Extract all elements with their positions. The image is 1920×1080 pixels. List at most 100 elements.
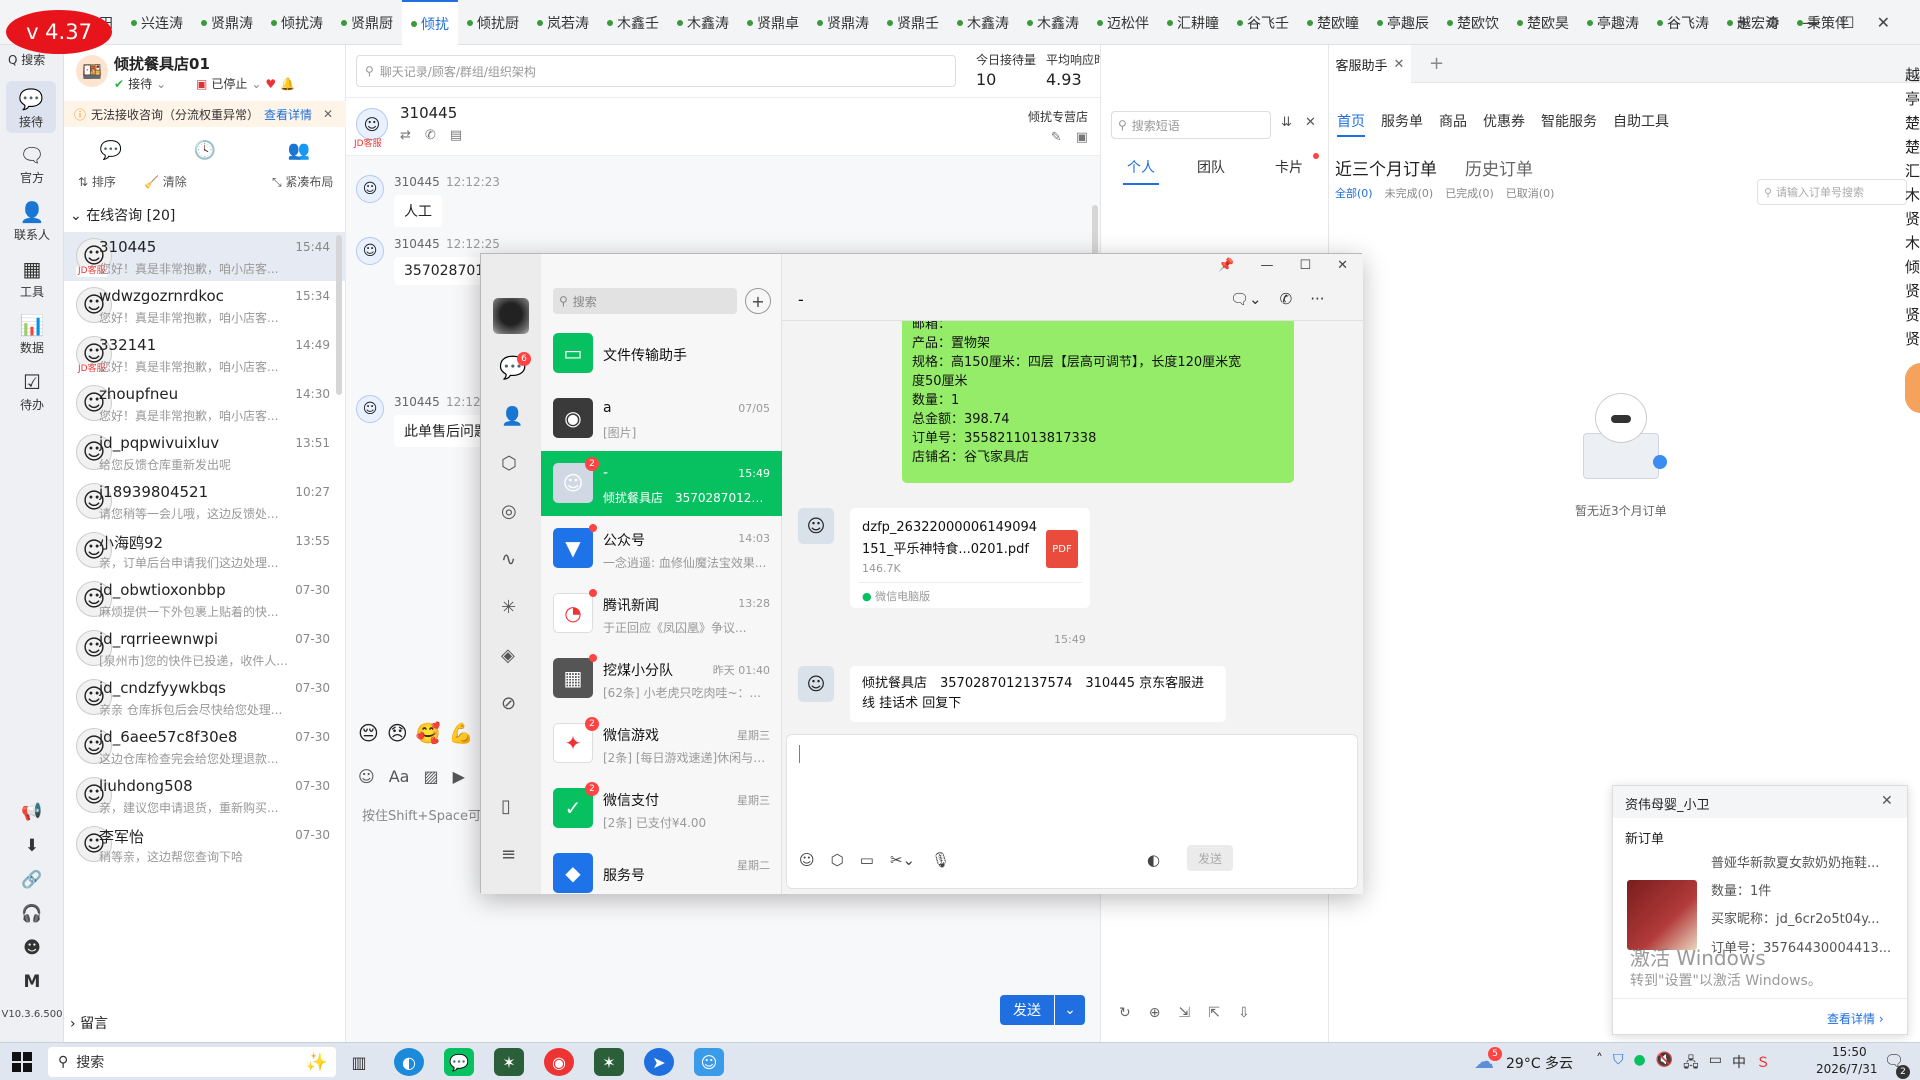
order-search[interactable]: ⚲ 请输入订单号搜索 (1757, 179, 1907, 205)
clock-icon[interactable]: 🕓 (194, 140, 216, 161)
phrase-search[interactable]: ⚲ 搜索短语 (1111, 111, 1271, 139)
add-tab-icon[interactable]: + (1736, 12, 1751, 33)
download-icon[interactable]: ⬇ (0, 836, 64, 856)
call-icon[interactable]: ✆ (1280, 290, 1293, 308)
smile-icon[interactable]: ☺ (358, 767, 375, 786)
rail-search[interactable]: Q 搜索 (8, 51, 45, 68)
popup-detail-link[interactable]: 查看详情 › (1827, 1010, 1884, 1027)
export-icon[interactable]: ⇱ (1208, 1005, 1220, 1021)
phone-device-icon[interactable]: ▯ (501, 796, 511, 817)
emoji-icon[interactable]: 💪 (449, 721, 474, 745)
session-item[interactable]: ☺ jd_cndzfyywkbqs 07-30 亲亲 仓库拆包后会尽快给您处理... (64, 673, 346, 722)
mic-icon[interactable]: 🎙 (931, 851, 950, 869)
add-circle-icon[interactable]: ⊕ (1149, 1005, 1161, 1021)
wechat-search[interactable]: ⚲ 搜索 (553, 288, 737, 314)
tab-11[interactable]: 贤鼎涛 (808, 0, 878, 45)
clipped-side-item[interactable]: 亭 (1905, 87, 1920, 111)
emoji-icon[interactable]: 😞 (387, 721, 408, 745)
wechat-chat-item[interactable]: ▭ 文件传输助手 (541, 321, 782, 386)
rail-item-data[interactable]: 📊 数据 (0, 313, 64, 356)
wechat-chat-item[interactable]: ▦ 挖煤小分队 昨天 01:40 [62条] 小老虎只吃肉哇~：... (541, 646, 782, 711)
app-star2-icon[interactable]: ✶ (594, 1048, 624, 1076)
spark-icon[interactable]: ✳ (501, 597, 516, 618)
wechat-send-button[interactable]: 发送 (1187, 845, 1233, 871)
tab-2[interactable]: 贤鼎涛 (192, 0, 262, 45)
megaphone-icon[interactable]: 📢 (0, 802, 64, 822)
box-icon[interactable]: ⬡ (501, 453, 517, 474)
import-icon[interactable]: ⇲ (1178, 1005, 1190, 1021)
app-star-icon[interactable]: ✶ (494, 1048, 524, 1076)
session-item[interactable]: ☺ wdwzgozrnrdkoc 15:34 您好！真是非常抱歉，咱小店客... (64, 281, 346, 330)
tab-23[interactable]: 谷飞涛 (1648, 0, 1718, 45)
rail-item-contacts[interactable]: 👤 联系人 (0, 200, 64, 243)
robot-icon[interactable]: ☻ (0, 938, 64, 958)
close-icon[interactable]: ✕ (1877, 13, 1890, 32)
clipped-side-item[interactable]: 木 (1905, 231, 1920, 255)
tab-8[interactable]: 木鑫壬 (598, 0, 668, 45)
sender-avatar[interactable]: ☺ (798, 508, 834, 544)
session-scrollbar[interactable] (336, 235, 342, 395)
clipped-side-item[interactable]: 越 (1905, 63, 1920, 87)
clipped-side-item[interactable]: 贤 (1905, 207, 1920, 231)
headset-icon[interactable]: 🎧 (0, 904, 64, 924)
assistant-nav-1[interactable]: 服务单 (1381, 111, 1423, 137)
edit-icon[interactable]: ✎ (1051, 130, 1062, 145)
global-search[interactable]: ⚲ 聊天记录/顾客/群组/组织架构 (356, 55, 956, 87)
rail-item-official[interactable]: 🗨 官方 (0, 143, 64, 186)
compact-layout-button[interactable]: ⤡ 紧凑布局 (272, 173, 333, 190)
file-message[interactable]: dzfp_26322000006149094 151_平乐神特食...0201.… (850, 508, 1090, 608)
wechat-chat-item[interactable]: ◉ a 07/05 [图片] (541, 386, 782, 451)
clipped-side-item[interactable]: 贤 (1905, 303, 1920, 327)
warning-link[interactable]: 查看详情 (264, 106, 312, 123)
maximize-icon[interactable]: ☐ (1299, 258, 1311, 273)
clipped-side-item[interactable]: 倾 (1905, 255, 1920, 279)
assistant-nav-5[interactable]: 自助工具 (1613, 111, 1669, 137)
clock-date[interactable]: 2026/7/31 (1816, 1062, 1878, 1076)
tab-20[interactable]: 楚欧饮 (1438, 0, 1508, 45)
diamond-icon[interactable]: ◈ (501, 645, 515, 666)
wechat-tray-icon[interactable]: ● (1634, 1052, 1646, 1076)
assistant-nav-0[interactable]: 首页 (1337, 111, 1365, 137)
tab-18[interactable]: 楚欧瞳 (1298, 0, 1368, 45)
tab-9[interactable]: 木鑫涛 (668, 0, 738, 45)
team-icon[interactable]: 👥 (288, 140, 310, 161)
session-item[interactable]: ☺ liuhdong508 07-30 亲，建议您申请退货，重新购买... (64, 771, 346, 820)
message-avatar[interactable]: ☺ (356, 395, 384, 423)
assistant-nav-3[interactable]: 优惠券 (1483, 111, 1525, 137)
sort-button[interactable]: ⇅ 排序 (78, 173, 116, 190)
chat-send-button[interactable]: 发送 (1000, 995, 1054, 1025)
rail-item-todo[interactable]: ☑ 待办 (0, 370, 64, 413)
rail-item-tools[interactable]: ▦ 工具 (0, 257, 64, 300)
session-item[interactable]: ☺ 李军怡 07-30 稍等亲，这边帮您查询下哈 (64, 820, 346, 869)
clipped-side-item[interactable]: 木 (1905, 183, 1920, 207)
wechat-chat-item[interactable]: ▼ 公众号 14:03 一念逍遥: 血修仙魔法宝效果... (541, 516, 782, 581)
rail-item-reception[interactable]: 💬 接待 (6, 81, 56, 133)
phone-icon[interactable]: ✆ (425, 128, 436, 143)
tab-10[interactable]: 贤鼎卓 (738, 0, 808, 45)
wechat-chat-item[interactable]: ◔ 腾讯新闻 13:28 于正回应《凤囚凰》争议... (541, 581, 782, 646)
chevron-up-icon[interactable]: ˄ (1596, 1052, 1603, 1076)
clear-button[interactable]: 🧹 清除 (144, 173, 187, 190)
reception-status[interactable]: ✔ 接待 ⌄ (114, 75, 166, 92)
app-chat-icon[interactable]: ☺ (694, 1048, 724, 1076)
tab-12[interactable]: 贤鼎壬 (878, 0, 948, 45)
tab-6[interactable]: 倾扰厨 (458, 0, 528, 45)
more-icon[interactable]: ··· (1310, 290, 1324, 308)
note-icon[interactable]: ▤ (450, 128, 462, 143)
emoji-icon[interactable]: 🥰 (416, 721, 441, 745)
app-red-icon[interactable]: ◉ (544, 1048, 574, 1076)
tab-14[interactable]: 木鑫涛 (1018, 0, 1088, 45)
box-icon[interactable]: ⬡ (831, 851, 844, 869)
emoji-icon[interactable]: 😔 (358, 721, 379, 745)
add-panel-icon[interactable]: + (1429, 53, 1444, 74)
leave-message-group[interactable]: › 留言 (70, 1013, 108, 1033)
session-item[interactable]: ☺ jd_pqpwivuixluv 13:51 给您反馈仓库重新发出呢 (64, 428, 346, 477)
order-filter-0[interactable]: 全部(0) (1335, 185, 1373, 201)
order-filter-1[interactable]: 未完成(0) (1385, 185, 1434, 201)
wechat-input-box[interactable]: ☺ ⬡ ▭ ✂⌄ 🎙 ◐ 发送 (786, 734, 1358, 889)
close-tab-icon[interactable]: ✕ (1394, 57, 1405, 72)
session-item[interactable]: ☺ jd_obwtioxonbbp 07-30 麻烦提供一下外包裹上贴着的快... (64, 575, 346, 624)
wechat-chat-item[interactable]: ◆ 服务号 星期二 (541, 841, 782, 894)
chat-filter-icon[interactable]: 💬 (100, 140, 122, 161)
sogou-icon[interactable]: Ｓ (1756, 1052, 1770, 1076)
